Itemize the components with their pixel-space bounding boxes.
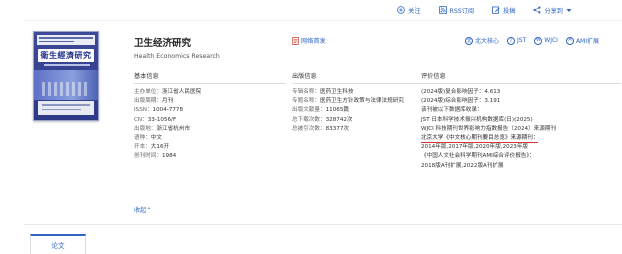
journal-card: 衛生經濟研究 卫生经济研究 Health Economics Research … [24,20,622,225]
tab-papers[interactable]: 论文 [30,234,86,254]
evaluation-section: 评价信息 (2024版)复合影响因子：4.613 (2024版)综合影响因子：3… [421,71,621,171]
rss-label: RSS订阅 [449,7,475,15]
plus-circle-icon [397,6,405,14]
badge-wjci[interactable]: W WJCI [534,36,558,45]
online-first-label: 网络首发 [301,38,326,45]
pku-core-icon: 北 [465,36,473,45]
pku-core-source-line: 北京大学《中文核心期刊要目总览》来源期刊： [421,134,621,144]
badge-label: AMI扩展 [575,38,599,45]
top-action-bar: 关注 RSS订阅 投稿 分享到 [0,0,622,20]
info-row-frequency: 出版周期：月刊 [134,98,174,105]
info-row-issn: ISSN：1004-7778 [134,107,184,114]
edit-icon [492,6,500,14]
rss-subscribe-button[interactable]: RSS订阅 [438,6,475,15]
journal-cover-image: 衛生經濟研究 [33,31,99,121]
info-row-language: 语种：中文 [134,134,162,141]
cover-art-band [34,70,98,100]
share-dropdown[interactable]: 分享到 [533,6,572,15]
basic-info-header: 基本信息 [134,71,286,84]
share-label: 分享到 [544,7,563,15]
rss-icon [438,6,447,14]
online-first-link[interactable]: 网络首发 [292,36,326,45]
info-row-cn: CN：33-1056/F [134,116,177,123]
collapse-toggle[interactable]: 收起⌃ [134,205,152,214]
info-row-format: 开本：大16开 [134,144,170,151]
jst-icon: J [507,36,516,45]
evaluation-header: 评价信息 [421,71,621,84]
ami-report-line: 《中国人文社会科学期刊AMI综合评价报告》： [421,153,535,160]
badge-label: JST [517,37,527,44]
info-row-topic: 专题名称：医药卫生方针政策与法律法规研究 [292,98,404,105]
composite-impact-factor: (2024版)复合影响因子：4.613 [421,89,501,95]
badge-label: WJCI [544,37,558,44]
follow-label: 关注 [408,7,421,15]
info-row-founded: 创刊时间：1984 [134,153,177,160]
index-badges: 北 北大核心 J JST W WJCI A AMI扩展 [465,36,599,45]
document-icon [292,36,299,45]
wjci-icon: W [534,36,543,45]
cover-footer-strip [38,101,94,115]
follow-button[interactable]: 关注 [397,6,421,15]
submit-label: 投稿 [503,7,516,15]
cover-header-strip [37,35,95,45]
publish-info-section: 出版信息 专辑名称：医药卫生科技 专题名称：医药卫生方针政策与法律法规研究 出版… [292,71,422,134]
badge-ami[interactable]: A AMI扩展 [565,36,599,45]
info-row-sponsor: 主办单位：浙江省人民医院 [134,89,202,95]
info-row-series: 专辑名称：医药卫生科技 [292,89,354,95]
badge-pku-core[interactable]: 北 北大核心 [465,36,499,45]
ami-report-years: 2018版A刊扩展,2022版A刊扩展 [421,162,504,169]
journal-title-english: Health Economics Research [134,53,220,60]
info-row-citations: 总被引次数：83377次 [292,125,349,132]
share-icon [533,6,541,14]
chevron-down-icon [566,8,572,13]
pku-core-years: 2014年版,2017年版,2020年版,2023年版 [421,144,529,151]
database-wjci: WJCI 科技期刊世界影响力指数报告（2024）来源期刊 [421,125,557,132]
cover-title: 衛生經濟研究 [38,49,94,62]
comprehensive-impact-factor: (2024版)综合影响因子：3.191 [421,98,501,105]
basic-info-section: 基本信息 主办单位：浙江省人民医院 出版周期：月刊 ISSN：1004-7778… [134,71,286,162]
info-row-location: 出版地：浙江省杭州市 [134,125,190,132]
ami-icon: A [565,36,574,45]
info-row-downloads: 总下载次数：328742次 [292,116,353,123]
badge-jst[interactable]: J JST [507,36,526,45]
indexed-databases-label: 该刊被以下数据库收录： [421,107,483,114]
pku-core-underline-text: 北京大学《中文核心期刊要目总览》来源期刊： [421,134,539,144]
submit-manuscript-button[interactable]: 投稿 [492,6,515,15]
cover-subtitle-strip [44,64,90,66]
publish-info-header: 出版信息 [292,71,422,84]
info-row-article-count: 出版文献量：11065篇 [292,107,349,114]
badge-label: 北大核心 [475,38,500,45]
journal-title: 卫生经济研究 [134,38,192,49]
database-jst: JST 日本科学技术振兴机构数据库(日)(2025) [421,116,533,123]
